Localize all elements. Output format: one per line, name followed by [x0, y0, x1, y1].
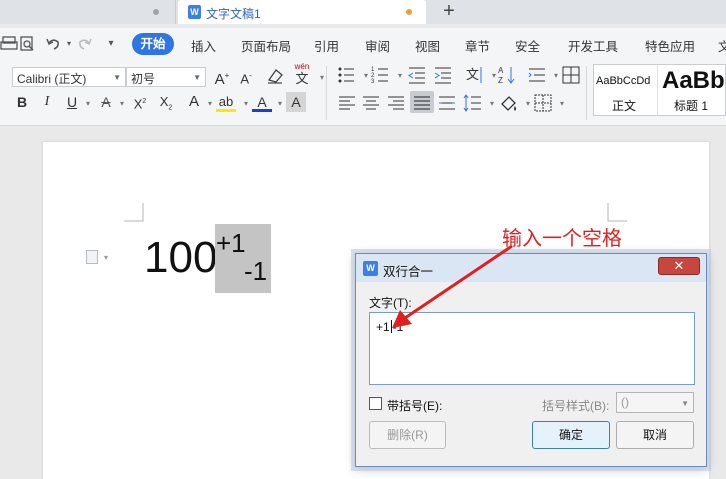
font-size-value: 初号 — [131, 72, 156, 86]
font-color-icon[interactable]: A — [252, 92, 272, 112]
chevron-down-icon[interactable]: ▾ — [78, 94, 98, 114]
unsaved-indicator-icon — [406, 9, 412, 15]
sort-icon[interactable]: AZ — [496, 64, 518, 86]
phonetic-guide-char: 文 — [295, 71, 309, 86]
bracket-style-select[interactable]: () ▼ — [616, 392, 694, 413]
chevron-down-icon[interactable]: ▾ — [112, 94, 132, 114]
subscript-icon[interactable]: X2 — [156, 92, 176, 112]
menu-security[interactable]: 安全 — [515, 36, 540, 55]
clear-format-icon[interactable] — [264, 65, 286, 87]
shrink-font-icon[interactable]: A- — [236, 66, 256, 86]
align-center-icon[interactable] — [360, 92, 382, 114]
page-corner-mark — [607, 203, 627, 222]
tab-document-label: 文字文稿1 — [206, 7, 261, 21]
print-preview-icon[interactable] — [18, 35, 36, 53]
chevron-down-icon: ▼ — [193, 73, 201, 82]
decrease-indent-icon[interactable] — [406, 64, 428, 86]
numbered-list-icon[interactable]: 123 — [370, 64, 392, 86]
superscript-icon[interactable]: X2 — [130, 92, 150, 112]
borders-icon[interactable] — [532, 92, 554, 114]
writer-app-icon: W — [363, 261, 378, 276]
combined-text-top[interactable]: +1 — [216, 228, 246, 258]
bracket-checkbox[interactable] — [369, 397, 382, 410]
italic-icon[interactable]: I — [37, 92, 57, 112]
menu-page-layout[interactable]: 页面布局 — [241, 36, 291, 55]
bullet-list-icon[interactable] — [336, 64, 358, 86]
style-normal[interactable]: AaBbCcDd 正文 — [594, 65, 658, 115]
paragraph-spacing-icon[interactable] — [526, 64, 548, 86]
bracket-style-label: 括号样式(B): — [542, 399, 610, 413]
annotation-callout: 输入一个空格 — [502, 228, 622, 250]
menu-section[interactable]: 章节 — [465, 36, 490, 55]
more-icon[interactable]: ▾ — [102, 35, 120, 53]
shading-icon[interactable] — [498, 92, 520, 114]
document-text-base[interactable]: 100 — [144, 232, 217, 284]
tab-bar: W 文字文稿1 + — [0, 0, 726, 24]
align-right-icon[interactable] — [385, 92, 407, 114]
chevron-down-icon: ▼ — [681, 399, 689, 408]
delete-button[interactable]: 删除(R) — [369, 421, 446, 449]
tab-document[interactable]: W 文字文稿1 — [178, 0, 426, 24]
style-heading1-label[interactable]: 标题 1 — [674, 97, 708, 114]
font-family-select[interactable]: Calibri (正文) ▼ — [12, 67, 126, 87]
menu-references[interactable]: 引用 — [314, 36, 339, 55]
align-left-icon[interactable] — [336, 92, 358, 114]
phonetic-guide-icon[interactable]: wén 文 — [290, 62, 314, 88]
ribbon: Calibri (正文) ▼ 初号 ▼ A+ A- wén 文 ▾ B I U … — [0, 60, 726, 126]
new-tab-button[interactable]: + — [438, 0, 460, 24]
page-corner-mark — [124, 203, 144, 222]
tab-status-dot — [153, 9, 159, 15]
combined-text-bottom[interactable]: -1 — [244, 256, 267, 286]
menu-insert[interactable]: 插入 — [191, 36, 216, 55]
menu-special-apps[interactable]: 特色应用 — [645, 36, 695, 55]
divider — [586, 66, 587, 120]
line-spacing-icon[interactable] — [462, 92, 484, 114]
menu-more[interactable]: 文 — [718, 36, 726, 55]
dialog-close-button[interactable]: ✕ — [658, 257, 700, 275]
chevron-down-icon[interactable]: ▾ — [552, 94, 572, 114]
ok-button[interactable]: 确定 — [532, 421, 610, 449]
chinese-layout-icon[interactable]: 文 — [464, 64, 486, 86]
bracket-checkbox-label[interactable]: 带括号(E): — [387, 397, 442, 414]
redo-icon[interactable] — [76, 35, 94, 53]
font-size-select[interactable]: 初号 ▼ — [126, 67, 206, 87]
tab-inactive[interactable] — [0, 0, 176, 24]
increase-indent-icon[interactable] — [432, 64, 454, 86]
bracket-style-value: () — [621, 395, 629, 409]
menu-home[interactable]: 开始 — [132, 33, 174, 55]
annotation-arrow-icon — [392, 244, 513, 328]
character-shading-icon[interactable]: A — [286, 92, 306, 112]
grow-font-icon[interactable]: A+ — [212, 66, 232, 88]
distributed-align-icon[interactable] — [436, 92, 458, 114]
align-justify-icon[interactable] — [411, 92, 433, 114]
chevron-down-icon[interactable]: ▾ — [104, 253, 108, 262]
menu-bar: ▾ ▾ 开始 插入 页面布局 引用 审阅 视图 章节 安全 开发工具 特色应用 … — [0, 28, 726, 60]
show-marks-icon[interactable] — [560, 64, 582, 86]
highlight-icon[interactable]: ab — [216, 92, 236, 112]
writer-doc-icon: W — [188, 5, 201, 19]
style-normal-preview: AaBbCcDd — [596, 75, 651, 87]
cancel-button[interactable]: 取消 — [616, 421, 694, 449]
menu-review[interactable]: 审阅 — [365, 36, 390, 55]
chevron-down-icon[interactable]: ▾ — [312, 68, 332, 88]
style-normal-label: 正文 — [612, 99, 637, 113]
svg-text:Z: Z — [498, 76, 503, 85]
style-gallery: AaBbCcDd 正文 AaBb 标题 1 — [593, 64, 726, 116]
svg-text:3: 3 — [371, 79, 375, 85]
bold-icon[interactable]: B — [12, 92, 32, 112]
style-heading1-preview[interactable]: AaBb — [662, 67, 725, 95]
paragraph-mark-icon[interactable] — [86, 250, 98, 264]
font-family-value: Calibri (正文) — [17, 72, 87, 86]
print-icon[interactable] — [0, 35, 18, 53]
menu-developer-tools[interactable]: 开发工具 — [568, 36, 618, 55]
svg-text:A: A — [498, 66, 504, 75]
svg-text:文: 文 — [466, 67, 479, 82]
menu-view[interactable]: 视图 — [415, 36, 440, 55]
chevron-down-icon: ▼ — [113, 73, 121, 82]
divider — [326, 66, 327, 120]
